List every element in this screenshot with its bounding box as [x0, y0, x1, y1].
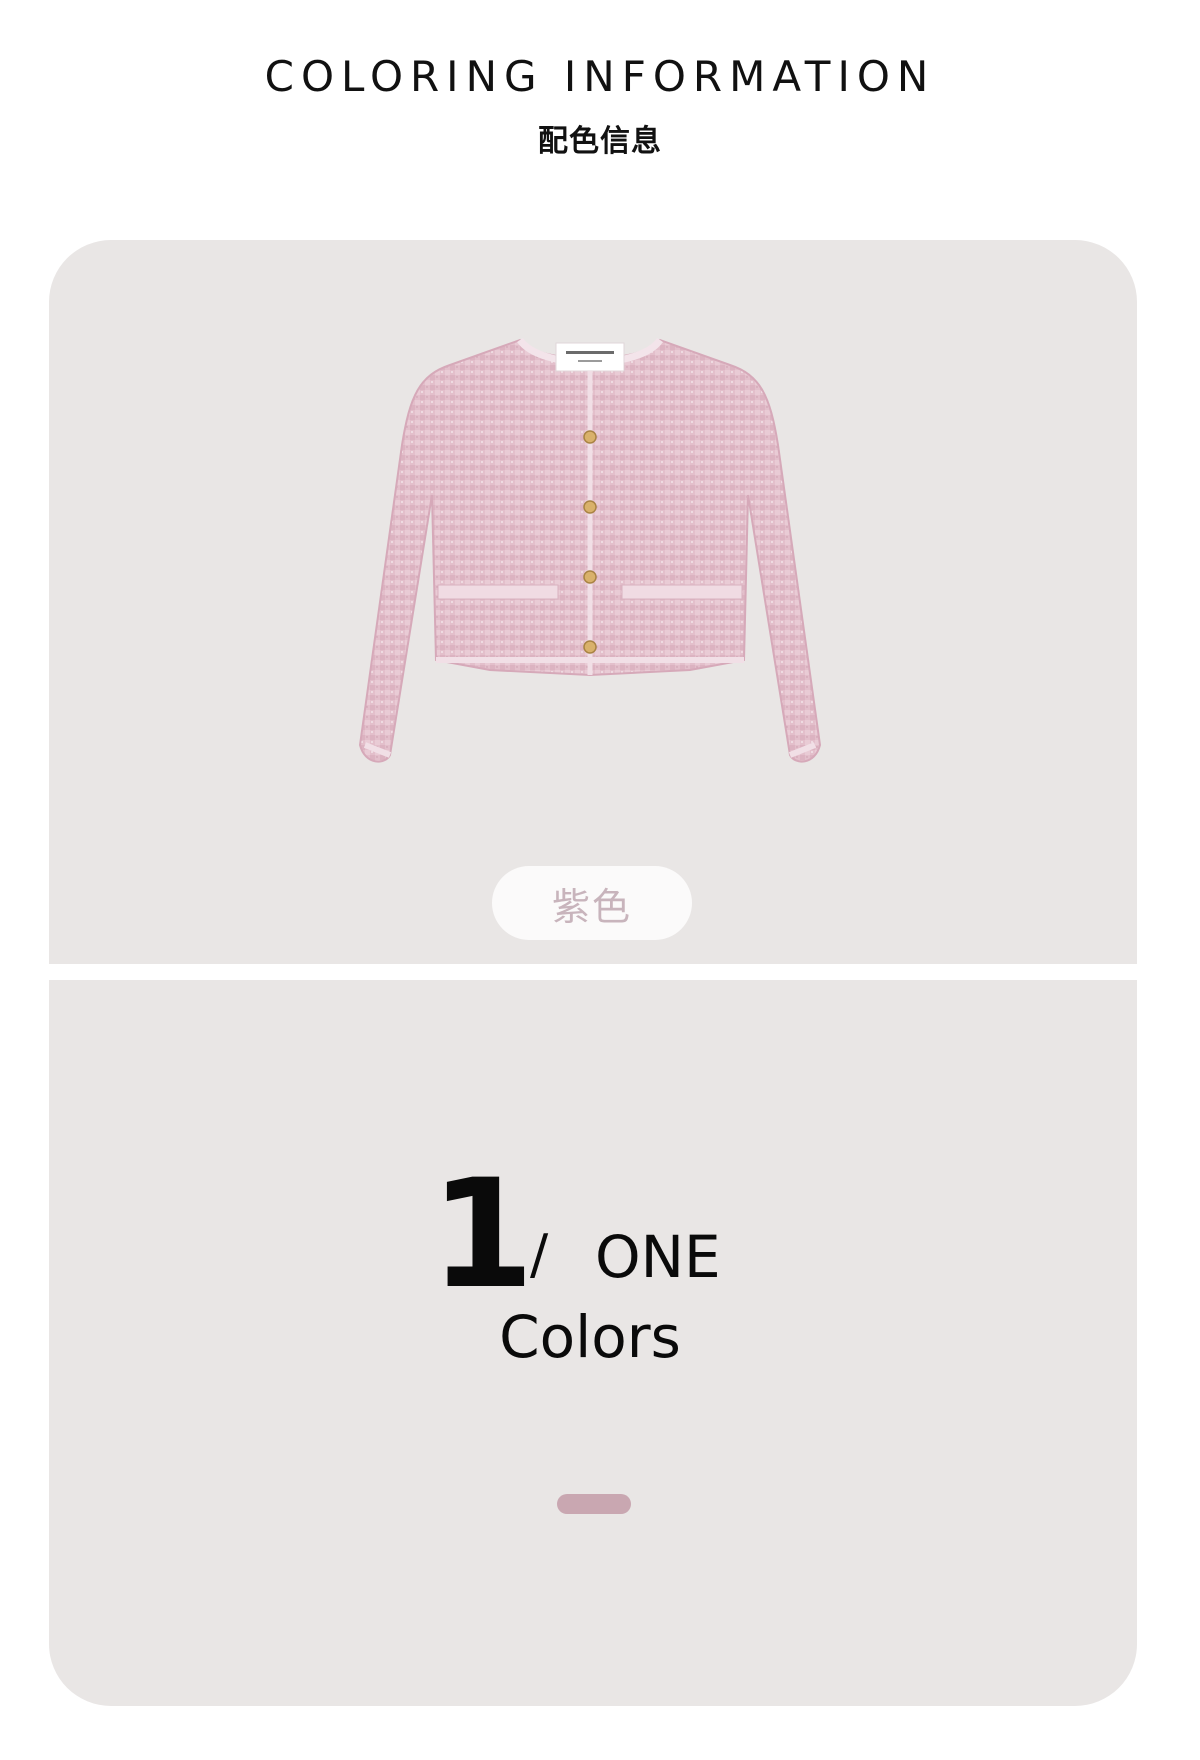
color-count-word: ONE: [595, 1223, 721, 1291]
page-title-en: COLORING INFORMATION: [264, 52, 936, 101]
color-swatch: [557, 1494, 631, 1514]
jacket-image: [358, 337, 822, 763]
color-count-unit: Colors: [499, 1303, 681, 1371]
page-title-cn: 配色信息: [538, 124, 662, 159]
color-option-chip[interactable]: 紫色: [492, 866, 692, 940]
count-separator: /: [530, 1223, 549, 1286]
color-count-number: 1: [430, 1148, 534, 1322]
